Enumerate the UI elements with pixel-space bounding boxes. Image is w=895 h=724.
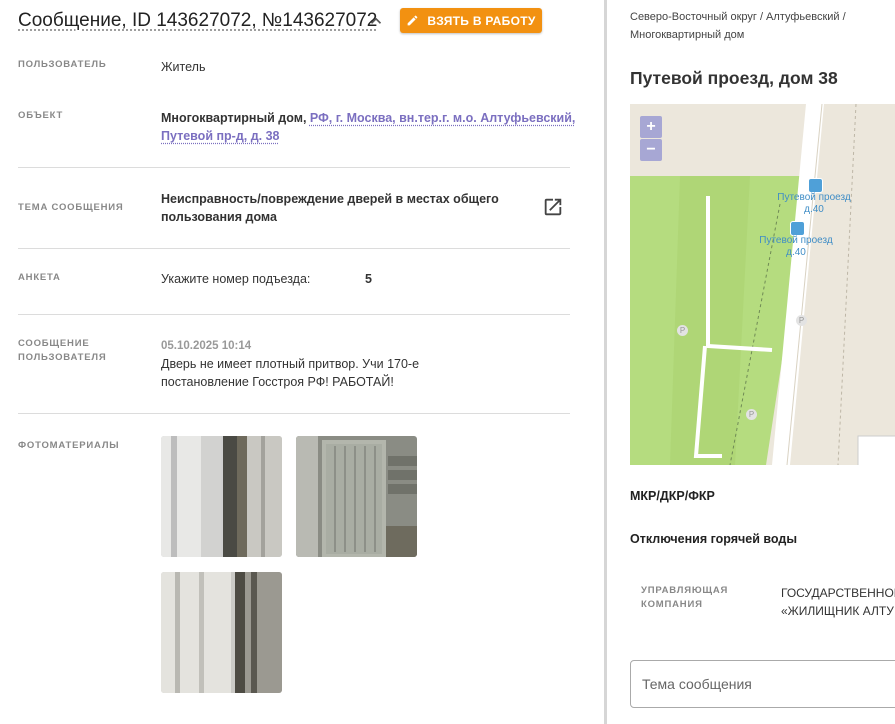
bus-stop-icon[interactable] [808,178,823,193]
photo-thumbnail[interactable] [296,436,417,557]
user-message-label-1: СООБЩЕНИЕ [18,338,90,349]
topic-label: ТЕМА СООБЩЕНИЯ [18,202,124,213]
topic-line-1: Неисправность/повреждение дверей в места… [161,192,499,206]
divider [18,413,570,414]
divider [18,314,570,315]
user-message-label-2: ПОЛЬЗОВАТЕЛЯ [18,352,107,363]
stop1-line-1: Путевой проезд [777,192,851,203]
topic-line-2: пользования дома [161,210,277,224]
open-external-icon[interactable] [542,196,564,218]
photos-label: ФОТОМАТЕРИАЛЫ [18,440,120,451]
chevron-up-icon[interactable] [367,12,385,30]
photo-thumbnail[interactable] [161,436,282,557]
take-to-work-button[interactable]: ВЗЯТЬ В РАБОТУ [400,8,542,33]
object-label: ОБЪЕКТ [18,110,64,121]
parking-icon[interactable]: P [796,315,807,326]
management-value: ГОСУДАРСТВЕННОЕ «ЖИЛИЩНИК АЛТУ [781,584,895,620]
user-label: ПОЛЬЗОВАТЕЛЬ [18,59,107,70]
photo-thumbnail[interactable] [161,572,282,693]
stop2-line-1: Путевой проезд [759,235,833,246]
management-label-2: КОМПАНИЯ [641,599,703,610]
survey-answer: 5 [365,272,372,286]
management-label-1: УПРАВЛЯЮЩАЯ [641,585,729,596]
topic-value: Неисправность/повреждение дверей в места… [161,190,521,226]
breadcrumb-line-1[interactable]: Северо-Восточный округ / Алтуфьевский / [630,11,846,23]
object-address-link-2[interactable]: Путевой пр-д, д. 38 [161,129,280,143]
message-title[interactable]: Сообщение, ID 143627072, №143627072 [18,10,377,32]
divider [18,248,570,249]
map-canvas[interactable] [630,104,895,465]
bus-stop-label: Путевой проезд д.40 [754,235,838,259]
object-address-link[interactable]: РФ, г. Москва, вн.тер.г. м.о. Алтуфьевск… [310,111,575,125]
mkr-section[interactable]: МКР/ДКР/ФКР [630,489,715,503]
breadcrumb: Северо-Восточный округ / Алтуфьевский / … [630,8,890,44]
bus-stop-label: Путевой проезд д.40 [772,192,856,216]
hot-water-outage-section[interactable]: Отключения горячей воды [630,532,797,546]
map[interactable]: + − Путевой проезд д.40 Путевой проезд д… [630,104,895,465]
message-subject-placeholder: Тема сообщения [642,676,752,692]
bus-stop-icon[interactable] [790,221,805,236]
user-message-label: СООБЩЕНИЕ ПОЛЬЗОВАТЕЛЯ [18,337,138,365]
zoom-out-button[interactable]: − [640,139,662,161]
parking-icon[interactable]: P [677,325,688,336]
object-type: Многоквартирный дом, [161,111,307,125]
stop1-line-2: д.40 [804,204,824,215]
user-value: Житель [161,60,206,74]
parking-icon[interactable]: P [746,409,757,420]
message-subject-field[interactable]: Тема сообщения [630,660,895,708]
user-message: 05.10.2025 10:14 Дверь не имеет плотный … [161,336,541,391]
stop2-line-2: д.40 [786,247,806,258]
object-address-title: Путевой проезд, дом 38 [630,68,838,88]
breadcrumb-line-2[interactable]: Многоквартирный дом [630,29,744,41]
object-value: Многоквартирный дом, РФ, г. Москва, вн.т… [161,109,581,145]
message-line-2: постановление Госстроя РФ! РАБОТАЙ! [161,375,394,389]
management-value-1: ГОСУДАРСТВЕННОЕ [781,586,895,600]
management-label: УПРАВЛЯЮЩАЯ КОМПАНИЯ [641,584,761,612]
survey-label: АНКЕТА [18,272,61,283]
divider [18,167,570,168]
message-line-1: Дверь не имеет плотный притвор. Учи 170-… [161,357,420,371]
message-date: 05.10.2025 10:14 [161,340,252,352]
management-value-2: «ЖИЛИЩНИК АЛТУ [781,604,894,618]
zoom-in-button[interactable]: + [640,116,662,138]
object-panel: Северо-Восточный округ / Алтуфьевский / … [607,0,895,724]
take-to-work-label: ВЗЯТЬ В РАБОТУ [427,13,536,28]
pencil-icon [408,15,418,26]
survey-question: Укажите номер подъезда: [161,272,311,286]
message-panel: Сообщение, ID 143627072, №143627072 ВЗЯТ… [0,0,604,724]
